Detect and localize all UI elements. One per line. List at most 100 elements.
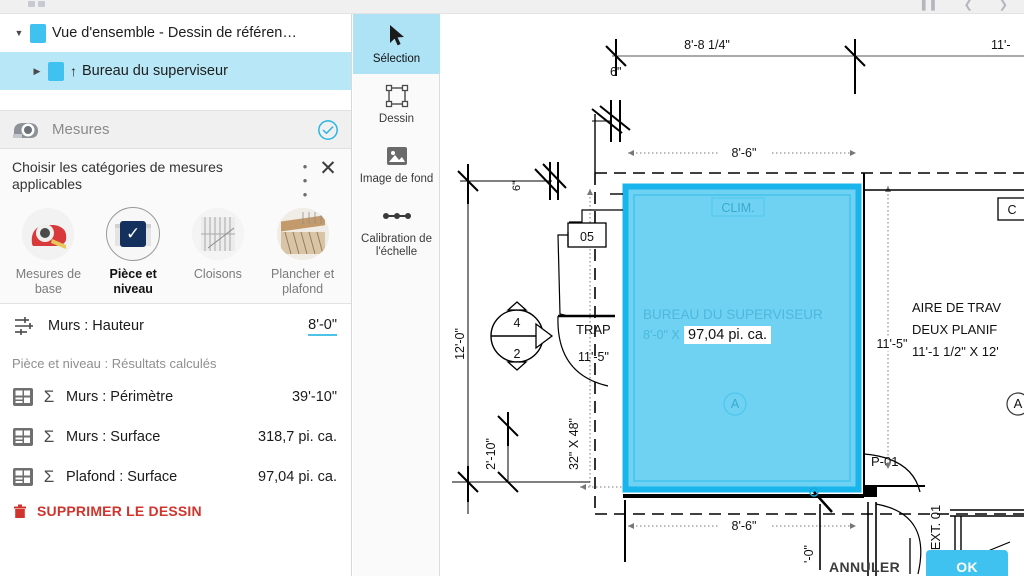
cursor-arrow-icon bbox=[387, 23, 407, 49]
delete-drawing-button[interactable]: SUPPRIMER LE DESSIN bbox=[0, 497, 351, 519]
wall-height-value[interactable]: 8'-0" bbox=[308, 317, 337, 336]
category-label: Plancher et plafond bbox=[271, 267, 335, 296]
category-label: Mesures de base bbox=[15, 267, 82, 296]
dim-top-1: 8'-8 1/4" bbox=[684, 38, 730, 52]
result-row-wall-surface[interactable]: Σ Murs : Surface 318,7 pi. ca. bbox=[0, 417, 351, 457]
sigma-icon: Σ bbox=[43, 387, 55, 406]
scale-calibration-icon bbox=[382, 203, 412, 229]
categories-header: Choisir les catégories de mesures applic… bbox=[0, 158, 351, 202]
measures-section-header[interactable]: Mesures bbox=[0, 110, 351, 149]
result-row-wall-perimeter[interactable]: Σ Murs : Périmètre 39'-10" bbox=[0, 377, 351, 417]
right-room-line2: DEUX PLANIF bbox=[912, 322, 997, 337]
result-label: Murs : Surface bbox=[66, 429, 161, 445]
result-label: Plafond : Surface bbox=[66, 469, 178, 485]
layer-square-icon bbox=[30, 23, 46, 43]
floor-ceiling-thumb bbox=[276, 208, 329, 260]
topbar-right-controls: ❚❚ ❮ ❯ bbox=[919, 0, 1008, 11]
dim-11-5-right: 11'-5" bbox=[877, 337, 908, 351]
room-name: BUREAU DU SUPERVISEUR bbox=[643, 307, 823, 322]
forward-icon[interactable]: ❯ bbox=[999, 0, 1008, 11]
door-tag-p01: P-01 bbox=[871, 454, 898, 469]
tool-dessin[interactable]: Dessin bbox=[353, 74, 440, 134]
dialog-actions: ANNULER OK bbox=[823, 550, 1008, 576]
tree-item-label: Bureau du superviseur bbox=[82, 63, 228, 79]
tool-calibration-echelle[interactable]: Calibration de l'échelle bbox=[353, 194, 440, 267]
app-root: ❚❚ ❮ ❯ ▼ Vue d'ensemble - Dessin de réfé… bbox=[0, 0, 1024, 576]
tree-item-overview[interactable]: ▼ Vue d'ensemble - Dessin de référen… bbox=[0, 14, 351, 52]
tool-selection[interactable]: Sélection bbox=[353, 14, 440, 74]
top-system-bar: ❚❚ ❮ ❯ bbox=[0, 0, 1024, 14]
callout-05: 05 bbox=[580, 230, 594, 244]
label-trap: TRAP bbox=[576, 322, 611, 337]
category-item-plancher-et-plafond[interactable]: Plancher et plafond bbox=[260, 208, 345, 297]
right-room-line1: AIRE DE TRAV bbox=[912, 300, 1001, 315]
right-marker-a: A bbox=[1014, 396, 1023, 411]
topbar-left-indicators bbox=[28, 1, 45, 7]
dim-six-inch-b: 6" bbox=[511, 181, 523, 191]
category-label: Cloisons bbox=[193, 267, 242, 281]
category-item-mesures-de-base[interactable]: Mesures de base bbox=[6, 208, 91, 297]
category-item-cloisons[interactable]: Cloisons bbox=[176, 208, 261, 297]
wall-height-label: Murs : Hauteur bbox=[48, 318, 144, 334]
check-circle-icon[interactable] bbox=[317, 119, 339, 141]
tree-item-supervisor-office[interactable]: ▶ ↑ Bureau du superviseur bbox=[0, 52, 351, 90]
checkbox-checked-icon: ✓ bbox=[120, 221, 147, 247]
dim-six-inch-a: 6" bbox=[610, 65, 621, 79]
left-sidebar: ▼ Vue d'ensemble - Dessin de référen… ▶ … bbox=[0, 14, 352, 576]
dim-door-32x48: 32" X 48" bbox=[567, 418, 581, 470]
chevron-right-icon[interactable]: ▶ bbox=[26, 66, 48, 77]
dim-inner-bottom: 8'-6" bbox=[732, 519, 757, 533]
sliders-icon bbox=[15, 317, 33, 335]
result-row-ceiling-surface[interactable]: Σ Plafond : Surface 97,04 pi. ca. bbox=[0, 457, 351, 497]
up-arrow-icon: ↑ bbox=[70, 63, 77, 79]
results-section-label: Pièce et niveau : Résultats calculés bbox=[12, 356, 217, 371]
right-room-line3: 11'-1 1/2" X 12' bbox=[912, 344, 999, 359]
room-level-thumb: ✓ bbox=[106, 207, 161, 261]
floorplan-svg: 8'-8 1/4" 11'- 6" 8'-6" 6" 12'-0" 32" X … bbox=[452, 38, 1024, 576]
sigma-icon: Σ bbox=[43, 427, 55, 446]
result-value: 318,7 pi. ca. bbox=[258, 429, 337, 445]
tool-label: Calibration de l'échelle bbox=[361, 233, 432, 258]
close-icon[interactable]: ✕ bbox=[315, 158, 341, 179]
cancel-button[interactable]: ANNULER bbox=[823, 551, 906, 576]
calculator-icon bbox=[13, 428, 33, 446]
category-label: Pièce et niveau bbox=[109, 267, 157, 296]
tool-image-de-fond[interactable]: Image de fond bbox=[353, 134, 440, 194]
categories-list: Mesures de base ✓ Pièce et niveau Cloiso… bbox=[0, 202, 351, 299]
drawing-canvas[interactable]: 8'-8 1/4" 11'- 6" 8'-6" 6" 12'-0" 32" X … bbox=[440, 14, 1024, 576]
wall-height-row[interactable]: Murs : Hauteur 8'-0" bbox=[0, 304, 351, 348]
category-item-piece-et-niveau[interactable]: ✓ Pièce et niveau bbox=[91, 207, 176, 297]
result-label: Murs : Périmètre bbox=[66, 389, 174, 405]
chevron-down-icon[interactable]: ▼ bbox=[8, 28, 30, 38]
kebab-menu-icon[interactable]: • • • bbox=[295, 159, 315, 202]
tree-item-label: Vue d'ensemble - Dessin de référen… bbox=[52, 25, 297, 41]
dim-top-2: 11'- bbox=[991, 38, 1011, 52]
dim-11-5-left: 11'-5" bbox=[578, 350, 609, 364]
tape-measure-thumb bbox=[22, 208, 75, 260]
bounding-box-icon bbox=[385, 83, 409, 109]
result-value: 97,04 pi. ca. bbox=[258, 469, 337, 485]
calculator-icon bbox=[13, 388, 33, 406]
tape-measure-icon bbox=[13, 122, 38, 138]
pause-icon[interactable]: ❚❚ bbox=[919, 0, 937, 11]
dim-bottom-vertical: '-0" bbox=[802, 545, 816, 563]
result-value: 39'-10" bbox=[291, 389, 337, 405]
calculator-icon bbox=[13, 468, 33, 486]
dim-left-12: 12'-0" bbox=[453, 328, 467, 360]
area-measurement-badge: 97,04 pi. ca. bbox=[684, 326, 771, 344]
sigma-icon: Σ bbox=[43, 467, 55, 486]
layer-square-icon bbox=[48, 61, 64, 81]
trash-icon bbox=[14, 504, 26, 518]
back-icon[interactable]: ❮ bbox=[964, 0, 973, 11]
room-tag-clim: CLIM. bbox=[721, 201, 754, 215]
room-marker-a: A bbox=[731, 397, 740, 411]
compass-bottom-number: 2 bbox=[514, 347, 521, 361]
indicator-dot bbox=[28, 1, 35, 7]
tool-label: Dessin bbox=[378, 113, 415, 125]
ok-button[interactable]: OK bbox=[926, 550, 1008, 576]
right-tag-c: C bbox=[1007, 203, 1016, 217]
tool-rail: Sélection Dessin Image de fond Calibrati… bbox=[353, 14, 440, 576]
compass-top-number: 4 bbox=[514, 316, 521, 330]
tool-label: Image de fond bbox=[359, 173, 434, 185]
delete-drawing-label: SUPPRIMER LE DESSIN bbox=[37, 503, 202, 519]
